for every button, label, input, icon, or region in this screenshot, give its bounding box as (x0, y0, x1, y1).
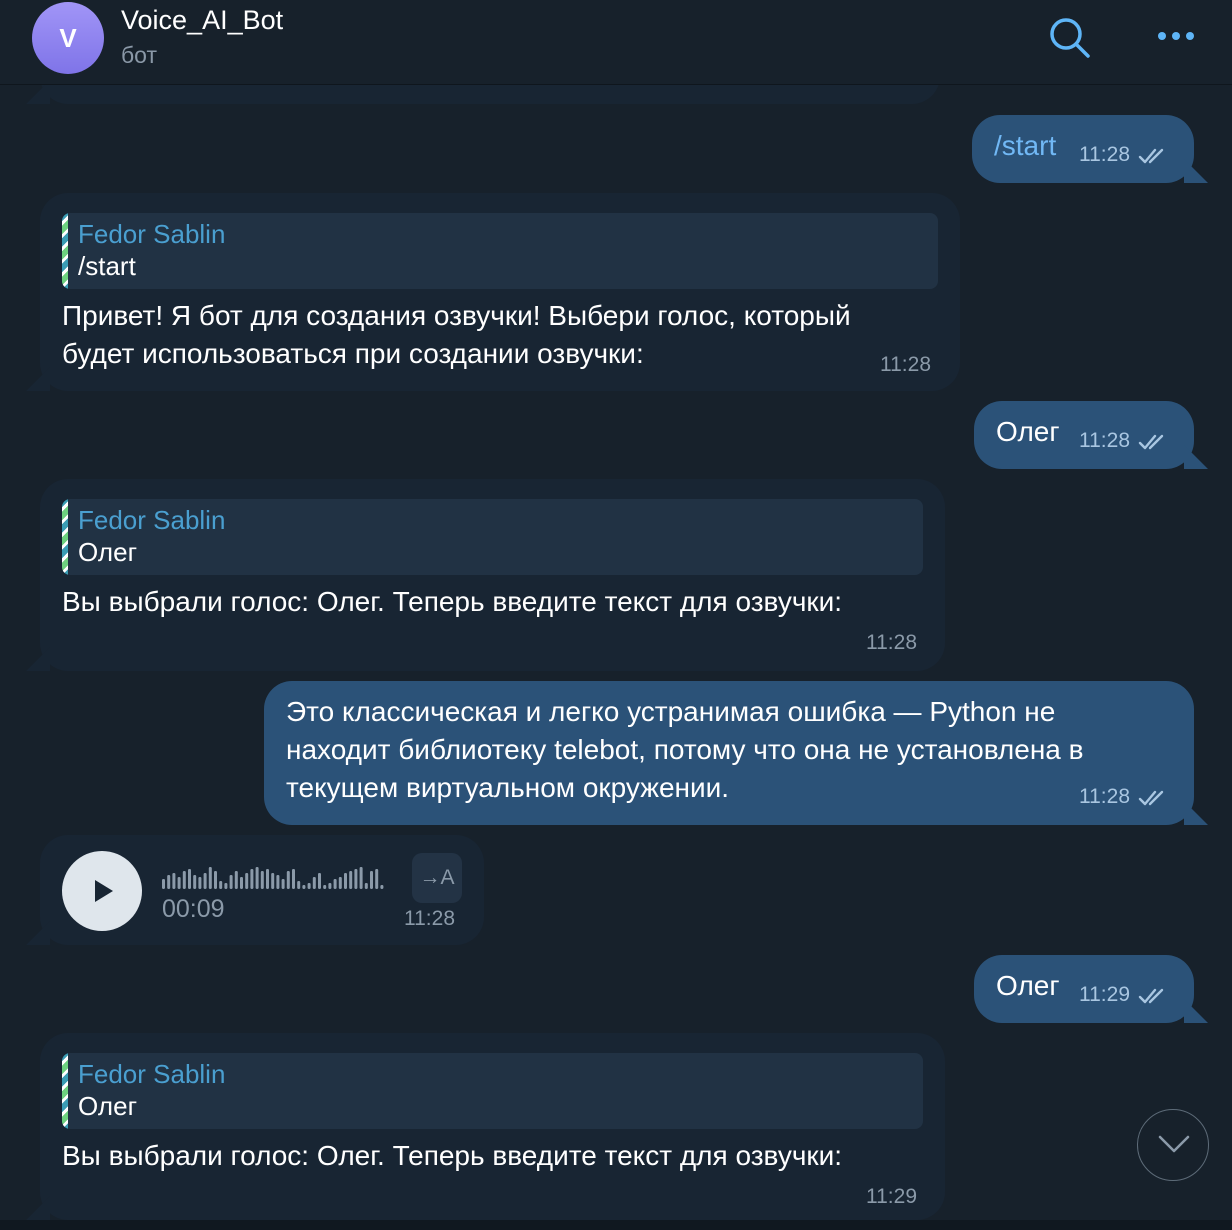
message-text[interactable]: /start (994, 127, 1056, 165)
transcribe-button[interactable]: →A (412, 853, 462, 903)
double-check-icon (1138, 790, 1164, 806)
message-text-line: текущем виртуальном окружении. (286, 772, 730, 803)
reply-quote[interactable]: Fedor Sablin Олег (62, 499, 923, 575)
double-check-icon (1138, 148, 1164, 164)
more-icon[interactable] (1152, 24, 1200, 48)
reply-author: Fedor Sablin (78, 1059, 226, 1089)
message-text-line: Привет! Я бот для создания озвучки! Выбе… (62, 300, 851, 331)
avatar[interactable]: V (32, 2, 104, 74)
reply-quote[interactable]: Fedor Sablin Олег (62, 1053, 923, 1129)
reply-text: Олег (78, 537, 138, 567)
reply-author: Fedor Sablin (78, 219, 226, 249)
message-text: Олег (996, 970, 1060, 1001)
message-time: 11:29 (866, 1185, 917, 1208)
message-text: Вы выбрали голос: Олег. Теперь введите т… (62, 1140, 843, 1171)
message-time: 11:28 (1079, 429, 1130, 452)
reply-accent-bar (62, 213, 68, 289)
chat-title[interactable]: Voice_AI_Bot (121, 5, 283, 36)
message-time: 11:28 (880, 353, 931, 376)
play-icon (95, 880, 113, 902)
double-check-icon (1138, 988, 1164, 1004)
message-outgoing[interactable]: Олег 11:29 (974, 955, 1194, 1023)
message-text: Олег (996, 416, 1060, 447)
voice-waveform[interactable] (162, 865, 390, 889)
reply-quote[interactable]: Fedor Sablin /start (62, 213, 938, 289)
scroll-down-button[interactable] (1137, 1109, 1209, 1181)
reply-accent-bar (62, 1053, 68, 1129)
message-time: 11:28 (866, 631, 917, 654)
message-outgoing[interactable]: Это классическая и легко устранимая ошиб… (264, 681, 1194, 825)
reply-text: Олег (78, 1091, 138, 1121)
voice-message[interactable]: 00:09 →A 11:28 (40, 835, 484, 945)
reply-author: Fedor Sablin (78, 505, 226, 535)
chat-subtitle: бот (121, 42, 157, 68)
voice-duration: 00:09 (162, 895, 225, 923)
message-text-line: Это классическая и легко устранимая ошиб… (286, 696, 1056, 727)
message-incoming[interactable]: Fedor Sablin Олег Вы выбрали голос: Олег… (40, 479, 945, 671)
play-button[interactable] (62, 851, 142, 931)
reply-text: /start (78, 251, 136, 281)
chat-header: V Voice_AI_Bot бот (0, 0, 1232, 85)
message-time: 11:29 (1079, 983, 1130, 1006)
chevron-down-icon (1158, 1135, 1190, 1153)
message-text: Вы выбрали голос: Олег. Теперь введите т… (62, 586, 843, 617)
message-outgoing[interactable]: /start 11:28 (972, 115, 1194, 183)
message-outgoing[interactable]: Олег 11:28 (974, 401, 1194, 469)
reply-accent-bar (62, 499, 68, 575)
message-text-line: находит библиотеку telebot, потому что о… (286, 734, 1084, 765)
message-time: 11:28 (1079, 143, 1130, 166)
message-time: 11:28 (404, 907, 455, 930)
message-incoming[interactable]: Fedor Sablin /start Привет! Я бот для со… (40, 193, 960, 391)
search-icon[interactable] (1046, 14, 1094, 62)
double-check-icon (1138, 434, 1164, 450)
message-incoming[interactable]: Fedor Sablin Олег Вы выбрали голос: Олег… (40, 1033, 945, 1220)
message-time: 11:28 (1079, 785, 1130, 808)
message-text-line: будет использоваться при создании озвучк… (62, 338, 644, 369)
input-bar-edge (0, 1220, 1232, 1230)
